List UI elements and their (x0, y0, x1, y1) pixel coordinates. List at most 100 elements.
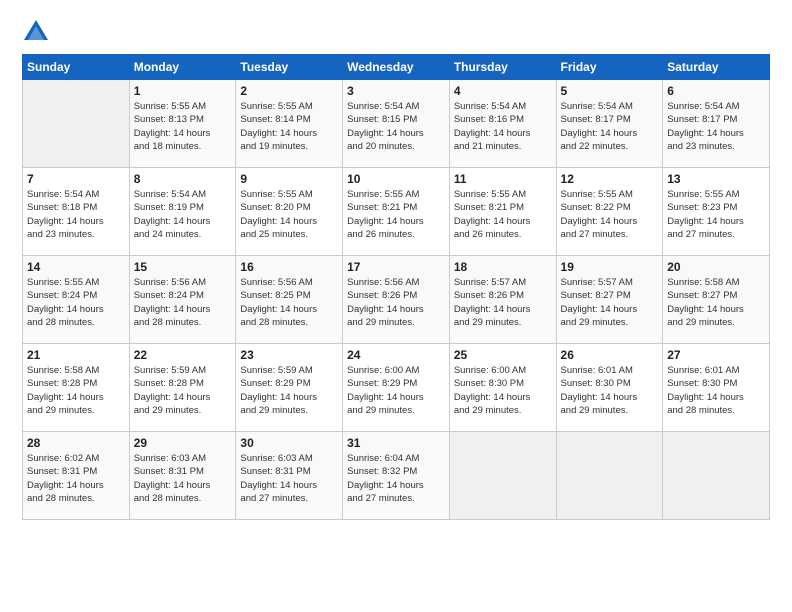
calendar-cell: 16 Sunrise: 5:56 AM Sunset: 8:25 PM Dayli… (236, 256, 343, 344)
day-info: Sunrise: 5:54 AM Sunset: 8:17 PM Dayligh… (667, 100, 765, 153)
logo-icon (22, 18, 50, 46)
day-info: Sunrise: 5:54 AM Sunset: 8:15 PM Dayligh… (347, 100, 445, 153)
day-number: 27 (667, 348, 765, 362)
calendar-cell: 23 Sunrise: 5:59 AM Sunset: 8:29 PM Dayli… (236, 344, 343, 432)
day-info: Sunrise: 5:55 AM Sunset: 8:20 PM Dayligh… (240, 188, 338, 241)
day-number: 28 (27, 436, 125, 450)
calendar-cell: 2Sunrise: 5:55 AM Sunset: 8:14 PM Daylig… (236, 80, 343, 168)
day-info: Sunrise: 5:58 AM Sunset: 8:28 PM Dayligh… (27, 364, 125, 417)
calendar-header-friday: Friday (556, 55, 663, 80)
calendar-cell: 7 Sunrise: 5:54 AM Sunset: 8:18 PM Daylig… (23, 168, 130, 256)
calendar-cell: 6 Sunrise: 5:54 AM Sunset: 8:17 PM Daylig… (663, 80, 770, 168)
calendar-cell: 5Sunrise: 5:54 AM Sunset: 8:17 PM Daylig… (556, 80, 663, 168)
day-info: Sunrise: 5:55 AM Sunset: 8:23 PM Dayligh… (667, 188, 765, 241)
day-info: Sunrise: 6:01 AM Sunset: 8:30 PM Dayligh… (667, 364, 765, 417)
day-number: 15 (134, 260, 232, 274)
calendar-cell: 8Sunrise: 5:54 AM Sunset: 8:19 PM Daylig… (129, 168, 236, 256)
day-info: Sunrise: 5:56 AM Sunset: 8:26 PM Dayligh… (347, 276, 445, 329)
calendar-cell: 3 Sunrise: 5:54 AM Sunset: 8:15 PM Daylig… (343, 80, 450, 168)
page: SundayMondayTuesdayWednesdayThursdayFrid… (0, 0, 792, 612)
day-number: 31 (347, 436, 445, 450)
day-number: 17 (347, 260, 445, 274)
day-number: 18 (454, 260, 552, 274)
day-number: 30 (240, 436, 338, 450)
calendar-cell: 10 Sunrise: 5:55 AM Sunset: 8:21 PM Dayli… (343, 168, 450, 256)
day-info: Sunrise: 5:59 AM Sunset: 8:29 PM Dayligh… (240, 364, 338, 417)
day-number: 14 (27, 260, 125, 274)
day-number: 22 (134, 348, 232, 362)
calendar-header-sunday: Sunday (23, 55, 130, 80)
calendar-cell: 19 Sunrise: 5:57 AM Sunset: 8:27 PM Dayli… (556, 256, 663, 344)
calendar-week-5: 28 Sunrise: 6:02 AM Sunset: 8:31 PM Dayli… (23, 432, 770, 520)
calendar-cell: 21 Sunrise: 5:58 AM Sunset: 8:28 PM Dayli… (23, 344, 130, 432)
day-number: 26 (561, 348, 659, 362)
calendar-cell: 11Sunrise: 5:55 AM Sunset: 8:21 PM Dayli… (449, 168, 556, 256)
day-number: 11 (454, 172, 552, 186)
day-number: 6 (667, 84, 765, 98)
day-number: 25 (454, 348, 552, 362)
day-info: Sunrise: 5:59 AM Sunset: 8:28 PM Dayligh… (134, 364, 232, 417)
day-info: Sunrise: 5:55 AM Sunset: 8:24 PM Dayligh… (27, 276, 125, 329)
day-number: 10 (347, 172, 445, 186)
header (22, 18, 770, 46)
calendar-week-4: 21 Sunrise: 5:58 AM Sunset: 8:28 PM Dayli… (23, 344, 770, 432)
day-info: Sunrise: 6:04 AM Sunset: 8:32 PM Dayligh… (347, 452, 445, 505)
calendar-cell (556, 432, 663, 520)
calendar-cell: 31 Sunrise: 6:04 AM Sunset: 8:32 PM Dayli… (343, 432, 450, 520)
calendar-cell (663, 432, 770, 520)
calendar-cell (23, 80, 130, 168)
day-number: 13 (667, 172, 765, 186)
calendar-cell: 24Sunrise: 6:00 AM Sunset: 8:29 PM Dayli… (343, 344, 450, 432)
day-info: Sunrise: 5:58 AM Sunset: 8:27 PM Dayligh… (667, 276, 765, 329)
day-number: 8 (134, 172, 232, 186)
day-info: Sunrise: 5:55 AM Sunset: 8:21 PM Dayligh… (347, 188, 445, 241)
day-info: Sunrise: 6:03 AM Sunset: 8:31 PM Dayligh… (240, 452, 338, 505)
calendar-cell: 9 Sunrise: 5:55 AM Sunset: 8:20 PM Daylig… (236, 168, 343, 256)
calendar-cell: 26 Sunrise: 6:01 AM Sunset: 8:30 PM Dayli… (556, 344, 663, 432)
calendar-week-2: 7 Sunrise: 5:54 AM Sunset: 8:18 PM Daylig… (23, 168, 770, 256)
day-info: Sunrise: 6:00 AM Sunset: 8:29 PM Dayligh… (347, 364, 445, 417)
day-number: 20 (667, 260, 765, 274)
day-number: 29 (134, 436, 232, 450)
calendar-header-saturday: Saturday (663, 55, 770, 80)
calendar-header-thursday: Thursday (449, 55, 556, 80)
day-number: 21 (27, 348, 125, 362)
day-number: 19 (561, 260, 659, 274)
day-info: Sunrise: 5:55 AM Sunset: 8:22 PM Dayligh… (561, 188, 659, 241)
calendar-header-wednesday: Wednesday (343, 55, 450, 80)
day-info: Sunrise: 6:01 AM Sunset: 8:30 PM Dayligh… (561, 364, 659, 417)
calendar-cell: 12 Sunrise: 5:55 AM Sunset: 8:22 PM Dayli… (556, 168, 663, 256)
day-number: 9 (240, 172, 338, 186)
calendar-cell: 15Sunrise: 5:56 AM Sunset: 8:24 PM Dayli… (129, 256, 236, 344)
day-info: Sunrise: 6:02 AM Sunset: 8:31 PM Dayligh… (27, 452, 125, 505)
calendar-cell: 28 Sunrise: 6:02 AM Sunset: 8:31 PM Dayli… (23, 432, 130, 520)
logo (22, 18, 54, 46)
calendar-cell: 29 Sunrise: 6:03 AM Sunset: 8:31 PM Dayli… (129, 432, 236, 520)
calendar-cell: 17 Sunrise: 5:56 AM Sunset: 8:26 PM Dayli… (343, 256, 450, 344)
day-info: Sunrise: 5:56 AM Sunset: 8:25 PM Dayligh… (240, 276, 338, 329)
day-number: 12 (561, 172, 659, 186)
calendar-week-3: 14 Sunrise: 5:55 AM Sunset: 8:24 PM Dayli… (23, 256, 770, 344)
day-info: Sunrise: 5:57 AM Sunset: 8:27 PM Dayligh… (561, 276, 659, 329)
calendar-cell: 1Sunrise: 5:55 AM Sunset: 8:13 PM Daylig… (129, 80, 236, 168)
day-info: Sunrise: 5:57 AM Sunset: 8:26 PM Dayligh… (454, 276, 552, 329)
calendar-cell: 4 Sunrise: 5:54 AM Sunset: 8:16 PM Daylig… (449, 80, 556, 168)
calendar-cell: 13 Sunrise: 5:55 AM Sunset: 8:23 PM Dayli… (663, 168, 770, 256)
calendar-table: SundayMondayTuesdayWednesdayThursdayFrid… (22, 54, 770, 520)
day-info: Sunrise: 5:55 AM Sunset: 8:14 PM Dayligh… (240, 100, 338, 153)
calendar-header-row: SundayMondayTuesdayWednesdayThursdayFrid… (23, 55, 770, 80)
day-number: 4 (454, 84, 552, 98)
day-info: Sunrise: 5:55 AM Sunset: 8:13 PM Dayligh… (134, 100, 232, 153)
day-number: 23 (240, 348, 338, 362)
calendar-header-monday: Monday (129, 55, 236, 80)
calendar-cell: 20 Sunrise: 5:58 AM Sunset: 8:27 PM Dayli… (663, 256, 770, 344)
day-info: Sunrise: 5:54 AM Sunset: 8:16 PM Dayligh… (454, 100, 552, 153)
day-number: 7 (27, 172, 125, 186)
day-number: 3 (347, 84, 445, 98)
calendar-cell: 14 Sunrise: 5:55 AM Sunset: 8:24 PM Dayli… (23, 256, 130, 344)
day-info: Sunrise: 6:03 AM Sunset: 8:31 PM Dayligh… (134, 452, 232, 505)
day-number: 16 (240, 260, 338, 274)
day-info: Sunrise: 6:00 AM Sunset: 8:30 PM Dayligh… (454, 364, 552, 417)
day-number: 5 (561, 84, 659, 98)
day-info: Sunrise: 5:54 AM Sunset: 8:18 PM Dayligh… (27, 188, 125, 241)
